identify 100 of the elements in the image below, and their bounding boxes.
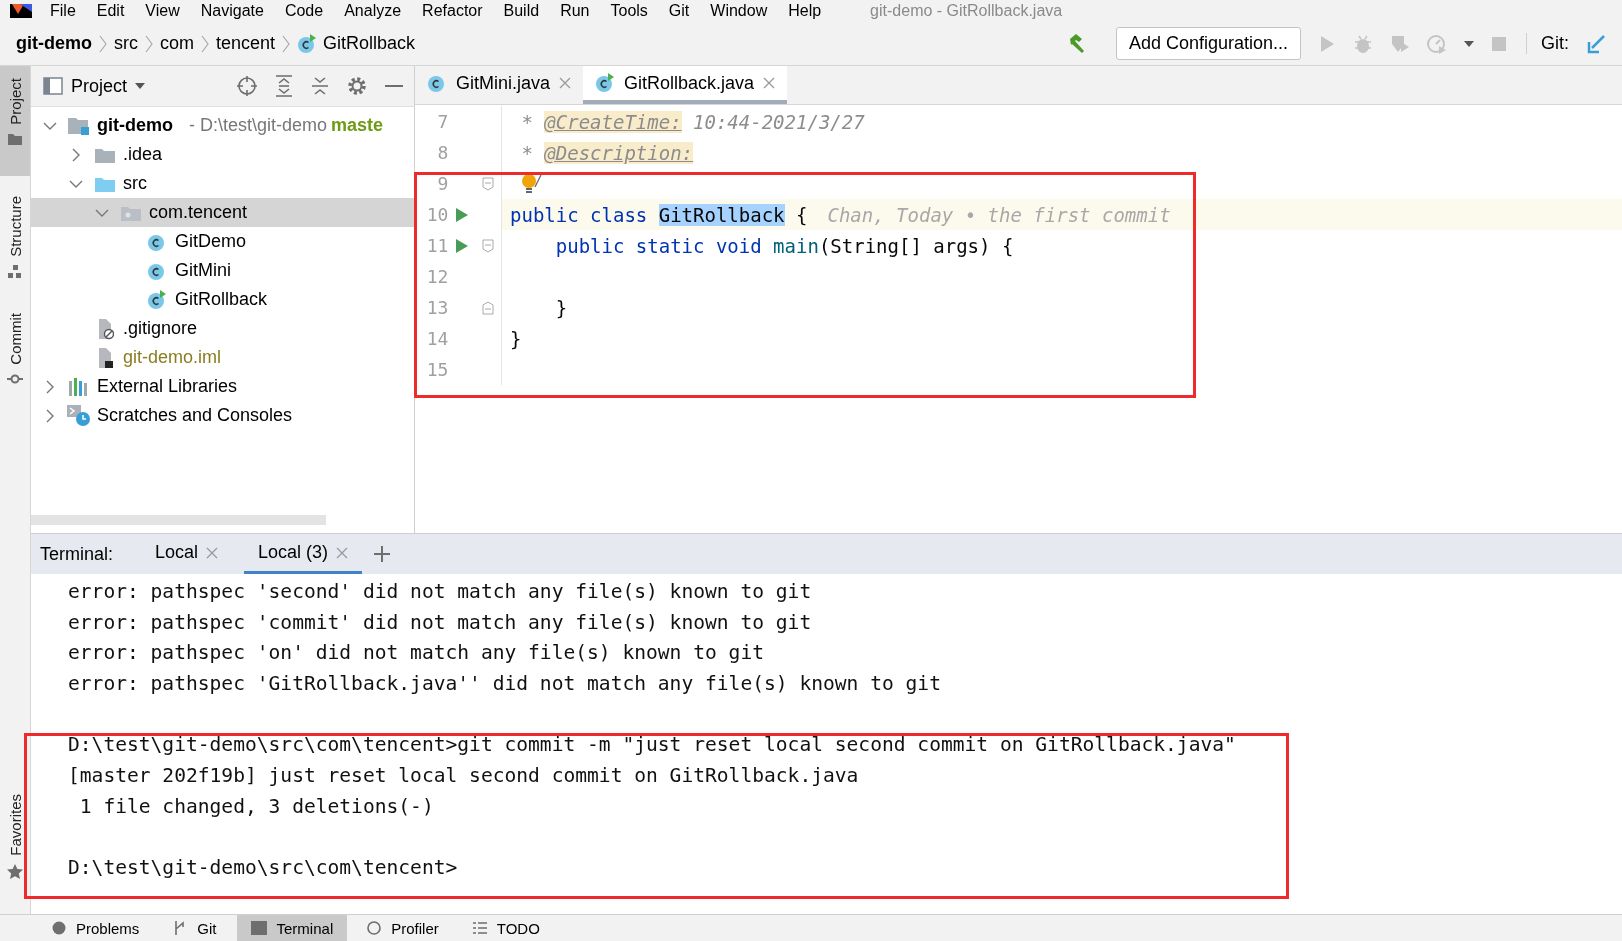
terminal-line: error: pathspec 'commit' did not match any file(s) known to git [68, 610, 812, 634]
tree-row[interactable]: .idea [31, 140, 414, 169]
close-icon[interactable] [763, 77, 776, 89]
fold-marker-icon[interactable] [482, 176, 495, 191]
side-tab[interactable]: Favorites [0, 786, 30, 888]
tool-window-tab[interactable]: Profiler [353, 915, 453, 941]
side-tab[interactable]: Project [0, 66, 30, 176]
menu-item[interactable]: Build [503, 2, 540, 20]
code-line: * @CreateTime: 10:44-2021/3/27 [520, 109, 866, 135]
terminal-title: Terminal: [40, 543, 114, 565]
menu-item[interactable]: Edit [96, 2, 125, 20]
terminal-line: D:\test\git-demo\src\com\tencent> [68, 856, 458, 880]
menu-item[interactable]: File [50, 2, 76, 20]
runnable-class-icon [147, 289, 167, 310]
close-icon[interactable] [559, 77, 572, 89]
line-number: 7 [436, 111, 449, 132]
code-line: } [554, 295, 569, 321]
line-number: 13 [425, 297, 449, 318]
run-gutter-icon[interactable] [454, 206, 469, 223]
commit-icon [7, 372, 23, 385]
add-icon[interactable] [374, 546, 391, 563]
tree-row[interactable]: .gitignore [31, 314, 414, 343]
tool-window-tab[interactable]: Git [159, 915, 231, 941]
tree-row[interactable]: src [31, 169, 414, 198]
chevron-right-icon[interactable] [46, 379, 54, 394]
collapse-all-icon[interactable] [310, 75, 330, 97]
caret-icon [135, 82, 146, 90]
menu-item[interactable]: Window [710, 2, 768, 20]
scratch-console-icon [67, 404, 91, 427]
terminal-line: [master 202f19b] just reset local second commit on GitRollback.java [68, 764, 859, 787]
chevron-down-icon[interactable] [69, 179, 83, 188]
editor-tab[interactable]: GitMini.java [415, 66, 584, 104]
menu-item[interactable]: View [145, 2, 180, 20]
chevron-down-icon[interactable] [95, 208, 109, 217]
menu-item[interactable]: Git [668, 2, 690, 20]
menu-item[interactable]: Run [560, 2, 590, 20]
runnable-class-icon [595, 73, 616, 93]
breadcrumb-item[interactable]: GitRollback [297, 33, 416, 54]
library-icon [68, 377, 90, 396]
locate-icon[interactable] [236, 75, 258, 97]
chevron-right-icon[interactable] [72, 147, 80, 162]
run-configuration-button[interactable]: Add Configuration... [1115, 27, 1301, 60]
fold-marker-icon[interactable] [482, 238, 495, 253]
terminal-line: error: pathspec 'on' did not match any file(s) known to git [68, 641, 764, 665]
code-line: } [509, 326, 523, 352]
menu-item[interactable]: Help [788, 2, 822, 20]
tree-row[interactable]: GitMini [31, 256, 414, 285]
close-icon[interactable] [336, 546, 349, 559]
line-number: 10 [425, 204, 449, 225]
fold-marker-icon[interactable] [482, 300, 495, 315]
tool-window-tab[interactable]: Problems [38, 915, 154, 941]
breadcrumb-item[interactable]: git-demo [16, 33, 92, 54]
menu-item[interactable]: Refactor [422, 2, 483, 20]
tree-row[interactable]: com.tencent [31, 198, 414, 227]
breadcrumb-item[interactable]: tencent [216, 33, 276, 54]
update-arrow-icon[interactable] [1586, 33, 1606, 54]
tree-row[interactable]: GitDemo [31, 227, 414, 256]
folder-icon [8, 132, 22, 145]
close-icon[interactable] [206, 546, 219, 559]
side-tab[interactable]: Structure [0, 188, 30, 287]
project-view-selector[interactable]: Project [43, 75, 146, 97]
caret-icon[interactable] [1464, 38, 1474, 49]
line-number: 9 [436, 173, 449, 194]
menu-item[interactable]: Code [284, 2, 324, 20]
line-number: 11 [425, 235, 449, 256]
terminal-line: 1 file changed, 3 deletions(-) [78, 794, 434, 818]
app-logo-icon [10, 4, 32, 18]
code-line: * @Description: [520, 140, 695, 166]
run-gutter-icon[interactable] [454, 237, 469, 254]
menu-item[interactable]: Tools [610, 2, 648, 20]
folder-icon [95, 146, 115, 163]
menu-item[interactable]: Navigate [200, 2, 264, 20]
chevron-down-icon[interactable] [43, 121, 57, 130]
tree-row[interactable]: git-demo.iml [31, 343, 414, 372]
tool-window-tab[interactable]: Terminal [236, 915, 348, 941]
tree-row[interactable]: GitRollback [31, 285, 414, 314]
side-tab[interactable]: Commit [0, 304, 30, 393]
breadcrumb-item[interactable]: src [114, 33, 138, 54]
expand-all-icon[interactable] [274, 75, 294, 97]
tool-window-tab[interactable]: TODO [458, 915, 554, 941]
breadcrumb-item[interactable]: com [160, 33, 194, 54]
structure-icon [8, 264, 22, 279]
tree-row[interactable]: git-demo - D:\test\git-demo maste [31, 111, 414, 140]
editor-tab[interactable]: GitRollback.java [583, 66, 788, 104]
line-number: 15 [425, 359, 449, 380]
git-label: Git: [1526, 33, 1569, 54]
session-tab[interactable]: Local (3) [244, 534, 363, 575]
settings-icon[interactable] [346, 75, 368, 97]
lightbulb-icon[interactable] [520, 172, 542, 195]
scrollbar[interactable] [31, 515, 326, 526]
tree-row[interactable]: Scratches and Consoles [31, 401, 414, 430]
line-number: 8 [436, 142, 449, 163]
tree-row[interactable]: External Libraries [31, 372, 414, 401]
chevron-right-icon[interactable] [46, 408, 54, 423]
terminal-line: D:\test\git-demo\src\com\tencent>git commit -m "just reset local second commit on GitRollback.java" [68, 733, 1236, 757]
menu-item[interactable]: Analyze [344, 2, 402, 20]
ignored-file-icon [96, 317, 114, 340]
line-number: 14 [425, 328, 449, 349]
chevron-right-icon [145, 33, 153, 54]
session-tab[interactable]: Local [141, 534, 233, 575]
